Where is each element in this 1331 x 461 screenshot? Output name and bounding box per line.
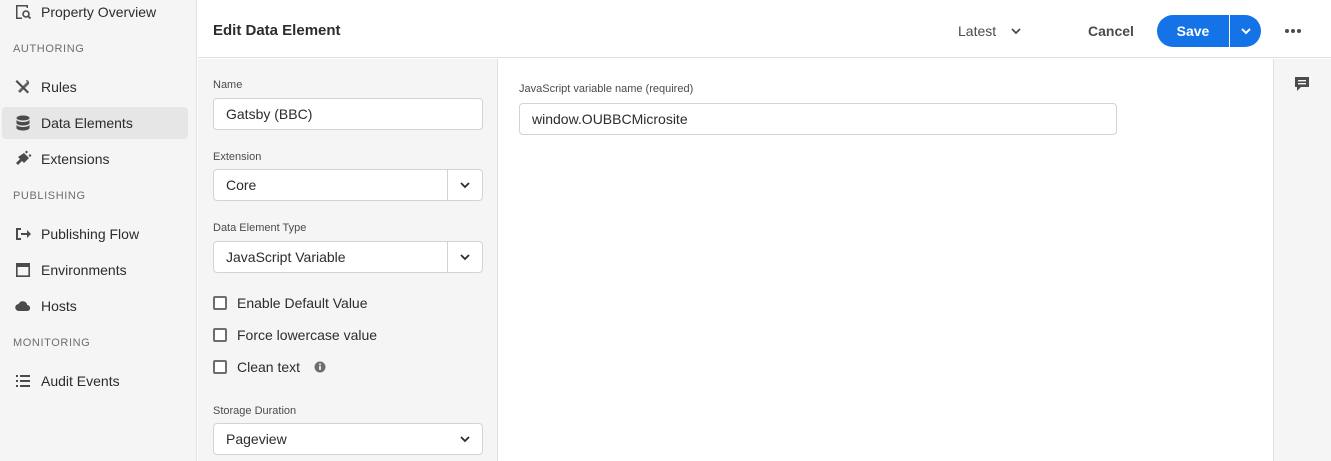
- extension-label: Extension: [213, 151, 262, 163]
- sidebar-item-environments[interactable]: Environments: [2, 254, 188, 286]
- sidebar-item-property-overview[interactable]: Property Overview: [2, 0, 188, 28]
- type-dropdown-button[interactable]: [447, 242, 482, 272]
- checkbox-box[interactable]: [213, 296, 227, 310]
- window-icon: [13, 260, 33, 280]
- sidebar-item-label: Data Elements: [41, 115, 133, 131]
- sidebar: Property Overview AUTHORING Rules Data E…: [0, 0, 197, 461]
- right-rail: [1273, 59, 1331, 461]
- force-lowercase-checkbox[interactable]: Force lowercase value: [213, 325, 377, 345]
- checkbox-label: Clean text: [237, 359, 301, 375]
- sidebar-item-publishing-flow[interactable]: Publishing Flow: [2, 218, 188, 250]
- js-variable-label: JavaScript variable name (required): [519, 83, 694, 95]
- section-label-publishing: PUBLISHING: [13, 190, 86, 202]
- version-label: Latest: [958, 23, 997, 39]
- sidebar-item-hosts[interactable]: Hosts: [2, 290, 188, 322]
- comments-button[interactable]: [1291, 73, 1313, 95]
- save-options-button[interactable]: [1229, 15, 1261, 47]
- checkbox-box[interactable]: [213, 360, 227, 374]
- data-element-settings: JavaScript variable name (required) wind…: [499, 59, 1273, 461]
- cloud-icon: [13, 296, 33, 316]
- extension-dropdown-button[interactable]: [447, 170, 482, 200]
- rules-icon: [13, 77, 33, 97]
- sidebar-item-label: Property Overview: [41, 4, 157, 20]
- section-label-authoring: AUTHORING: [13, 43, 85, 55]
- plug-icon: [13, 149, 33, 169]
- more-actions-button[interactable]: [1280, 18, 1306, 44]
- name-label: Name: [213, 79, 243, 91]
- checkbox-label: Enable Default Value: [237, 295, 368, 311]
- save-button-group: Save: [1157, 15, 1261, 47]
- chevron-down-icon: [460, 254, 470, 261]
- sidebar-item-extensions[interactable]: Extensions: [2, 143, 188, 175]
- chevron-down-icon: [1011, 28, 1021, 35]
- checkbox-box[interactable]: [213, 328, 227, 342]
- storage-duration-select[interactable]: Pageview: [213, 423, 483, 455]
- extension-select[interactable]: Core: [213, 169, 483, 201]
- chevron-down-icon: [460, 182, 470, 189]
- enable-default-value-checkbox[interactable]: Enable Default Value: [213, 293, 368, 313]
- checkbox-label: Force lowercase value: [237, 327, 378, 343]
- sidebar-item-label: Audit Events: [41, 373, 120, 389]
- storage-duration-dropdown-button[interactable]: [447, 424, 482, 454]
- list-icon: [13, 371, 33, 391]
- clean-text-checkbox[interactable]: Clean text: [213, 357, 326, 377]
- js-variable-input[interactable]: window.OUBBCMicrosite: [519, 103, 1117, 135]
- property-overview-icon: [13, 2, 33, 22]
- save-button[interactable]: Save: [1157, 15, 1229, 47]
- sidebar-item-label: Extensions: [41, 151, 110, 167]
- info-icon[interactable]: [314, 361, 326, 373]
- page-title: Edit Data Element: [213, 22, 341, 39]
- sidebar-item-audit-events[interactable]: Audit Events: [2, 365, 188, 397]
- type-select[interactable]: JavaScript Variable: [213, 241, 483, 273]
- storage-duration-label: Storage Duration: [213, 405, 297, 417]
- data-element-form: Name Gatsby (BBC) Extension Core Data El…: [198, 59, 498, 461]
- comment-icon: [1295, 77, 1309, 91]
- cancel-button[interactable]: Cancel: [1078, 16, 1144, 46]
- name-value: Gatsby (BBC): [226, 106, 313, 122]
- sidebar-item-label: Rules: [41, 79, 77, 95]
- chevron-down-icon: [1240, 28, 1251, 35]
- sidebar-item-label: Environments: [41, 262, 127, 278]
- js-variable-value: window.OUBBCMicrosite: [532, 111, 688, 127]
- name-input[interactable]: Gatsby (BBC): [213, 98, 483, 130]
- type-label: Data Element Type: [213, 222, 307, 234]
- more-icon: [1285, 29, 1301, 33]
- sidebar-item-data-elements[interactable]: Data Elements: [2, 107, 188, 139]
- extension-value: Core: [226, 177, 257, 193]
- header-bar: Edit Data Element Latest Cancel Save: [198, 0, 1331, 58]
- chevron-down-icon: [459, 436, 470, 443]
- section-label-monitoring: MONITORING: [13, 337, 91, 349]
- database-icon: [13, 113, 33, 133]
- publishing-flow-icon: [13, 224, 33, 244]
- type-value: JavaScript Variable: [226, 249, 346, 265]
- sidebar-item-rules[interactable]: Rules: [2, 71, 188, 103]
- storage-duration-value: Pageview: [226, 431, 287, 447]
- sidebar-item-label: Publishing Flow: [41, 226, 140, 242]
- version-picker[interactable]: Latest: [958, 16, 1022, 46]
- sidebar-item-label: Hosts: [41, 298, 77, 314]
